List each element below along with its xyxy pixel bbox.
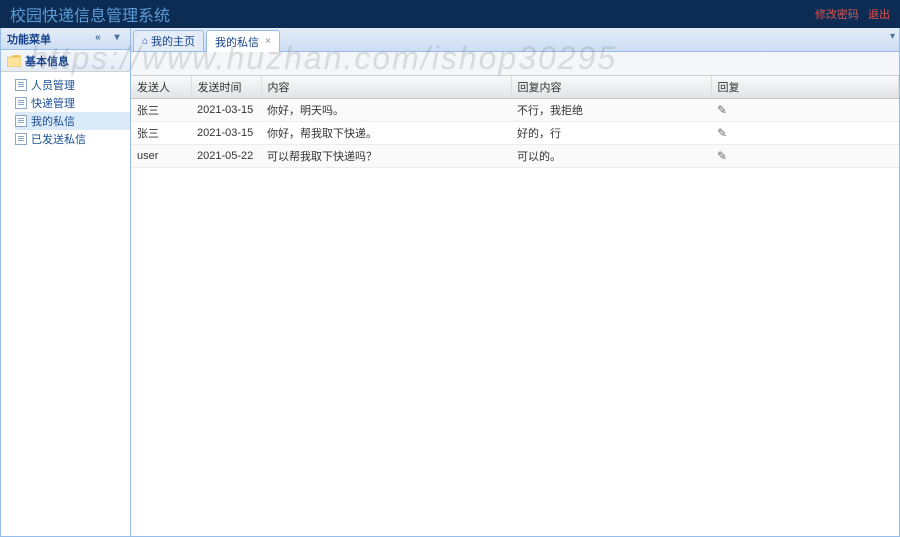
edit-icon[interactable]: ✎	[717, 149, 731, 163]
table-row[interactable]: 张三2021-03-15你好，帮我取下快递。好的，行 ✎	[131, 122, 899, 145]
cell-time: 2021-05-22	[191, 145, 261, 168]
cell-sender: 张三	[131, 122, 191, 145]
table-row[interactable]: 张三2021-03-15你好，明天吗。不行，我拒绝 ✎	[131, 99, 899, 122]
collapse-left-icon[interactable]: «	[91, 32, 105, 46]
expand-icon[interactable]: ▾	[110, 32, 124, 46]
cell-content: 可以帮我取下快递吗？	[261, 145, 511, 168]
tree-group-label: 基本信息	[25, 53, 69, 69]
page-icon	[15, 79, 27, 91]
col-time[interactable]: 发送时间	[191, 76, 261, 99]
tree-list: 人员管理 快递管理 我的私信 已发送私信	[1, 72, 130, 152]
main-area: ⌂ 我的主页 我的私信 × ▾ 发送人 发送时间 内容 回复内容 回复	[131, 28, 899, 536]
home-icon: ⌂	[142, 36, 148, 47]
cell-sender: user	[131, 145, 191, 168]
tab-menu-icon[interactable]: ▾	[890, 31, 895, 42]
page-icon	[15, 133, 27, 145]
tree-group-basic[interactable]: 基本信息	[1, 50, 130, 72]
folder-icon	[7, 55, 21, 67]
page-icon	[15, 97, 27, 109]
tab-my-messages[interactable]: 我的私信 ×	[206, 30, 280, 52]
sidebar-item-express[interactable]: 快递管理	[15, 94, 130, 112]
tab-label: 我的主页	[151, 33, 195, 49]
sidebar-item-my-messages[interactable]: 我的私信	[15, 112, 130, 130]
tab-strip: ⌂ 我的主页 我的私信 × ▾	[131, 28, 899, 52]
tab-home[interactable]: ⌂ 我的主页	[133, 30, 204, 51]
sidebar-item-people[interactable]: 人员管理	[15, 76, 130, 94]
logout-link[interactable]: 退出	[868, 9, 890, 21]
sidebar-header: 功能菜单 « ▾	[1, 28, 130, 50]
cell-reply-content: 可以的。	[511, 145, 711, 168]
sidebar-item-label: 快递管理	[31, 95, 75, 111]
cell-reply-action: ✎	[711, 145, 899, 168]
edit-icon[interactable]: ✎	[717, 126, 731, 140]
sidebar-item-label: 已发送私信	[31, 131, 86, 147]
edit-icon[interactable]: ✎	[717, 103, 731, 117]
app-title: 校园快递信息管理系统	[10, 2, 170, 26]
app-header: 校园快递信息管理系统 修改密码 退出	[0, 0, 900, 28]
cell-reply-content: 不行，我拒绝	[511, 99, 711, 122]
sidebar-item-label: 人员管理	[31, 77, 75, 93]
cell-sender: 张三	[131, 99, 191, 122]
cell-time: 2021-03-15	[191, 122, 261, 145]
sidebar: 功能菜单 « ▾ 基本信息 人员管理 快递管理 我的私信 已发送私信	[1, 28, 131, 536]
cell-reply-action: ✎	[711, 99, 899, 122]
cell-content: 你好，明天吗。	[261, 99, 511, 122]
col-reply-content[interactable]: 回复内容	[511, 76, 711, 99]
cell-reply-content: 好的，行	[511, 122, 711, 145]
table-row[interactable]: user2021-05-22可以帮我取下快递吗？可以的。 ✎	[131, 145, 899, 168]
col-reply[interactable]: 回复	[711, 76, 899, 99]
grid-header-row: 发送人 发送时间 内容 回复内容 回复	[131, 76, 899, 99]
change-password-link[interactable]: 修改密码	[815, 9, 859, 21]
sidebar-item-label: 我的私信	[31, 113, 75, 129]
cell-reply-action: ✎	[711, 122, 899, 145]
cell-content: 你好，帮我取下快递。	[261, 122, 511, 145]
col-content[interactable]: 内容	[261, 76, 511, 99]
header-links: 修改密码 退出	[809, 6, 890, 22]
close-icon[interactable]: ×	[265, 36, 271, 47]
cell-time: 2021-03-15	[191, 99, 261, 122]
sidebar-item-sent-messages[interactable]: 已发送私信	[15, 130, 130, 148]
page-icon	[15, 115, 27, 127]
sidebar-title: 功能菜单	[7, 31, 51, 47]
col-sender[interactable]: 发送人	[131, 76, 191, 99]
messages-grid: 发送人 发送时间 内容 回复内容 回复 张三2021-03-15你好，明天吗。不…	[131, 76, 899, 536]
grid-toolbar	[131, 52, 899, 76]
tab-label: 我的私信	[215, 34, 259, 50]
